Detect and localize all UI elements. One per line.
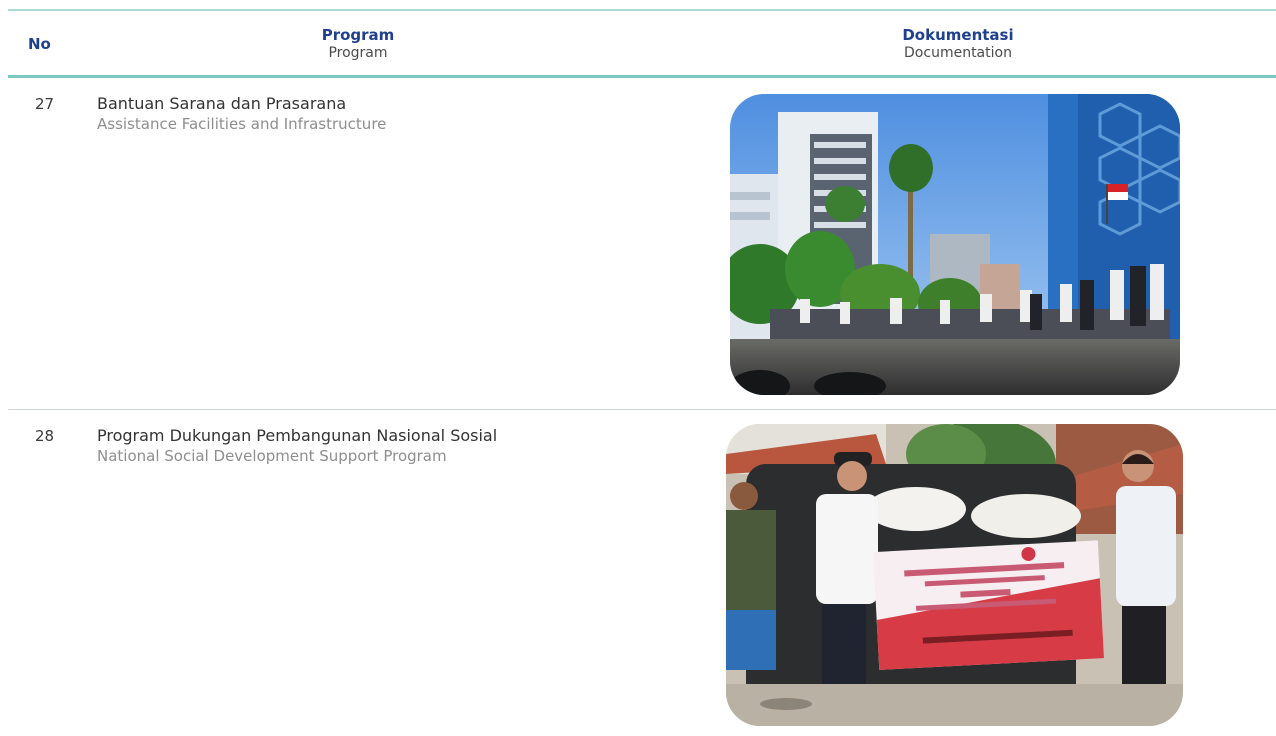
table-header: No Program Program Dokumentasi Documenta… — [8, 11, 1276, 75]
program-title: Bantuan Sarana dan Prasarana — [97, 94, 347, 113]
row-program: Bantuan Sarana dan Prasarana Assistance … — [97, 93, 657, 135]
header-no: No — [28, 35, 51, 53]
header-doc-subtitle: Documentation — [904, 45, 1012, 61]
photo-buildings-crowd-icon — [730, 94, 1180, 395]
page: No Program Program Dokumentasi Documenta… — [0, 0, 1276, 736]
header-program-subtitle: Program — [328, 45, 388, 61]
header-program-title: Program — [321, 26, 395, 44]
header-program: Program Program — [228, 26, 488, 62]
row-number: 27 — [35, 95, 55, 113]
row-number: 28 — [35, 427, 55, 445]
row-program: Program Dukungan Pembangunan Nasional So… — [97, 425, 657, 467]
documentation-photo — [730, 94, 1180, 395]
program-subtitle: National Social Development Support Prog… — [97, 447, 447, 465]
header-divider — [8, 75, 1276, 78]
documentation-photo — [726, 424, 1183, 726]
header-doc-title: Dokumentasi — [902, 26, 1014, 44]
header-no-label: No — [28, 35, 51, 53]
photo-handover-banner-icon — [726, 424, 1183, 726]
program-title: Program Dukungan Pembangunan Nasional So… — [97, 426, 498, 445]
program-subtitle: Assistance Facilities and Infrastructure — [97, 115, 387, 133]
row-divider — [8, 409, 1276, 410]
header-documentation: Dokumentasi Documentation — [828, 26, 1088, 62]
